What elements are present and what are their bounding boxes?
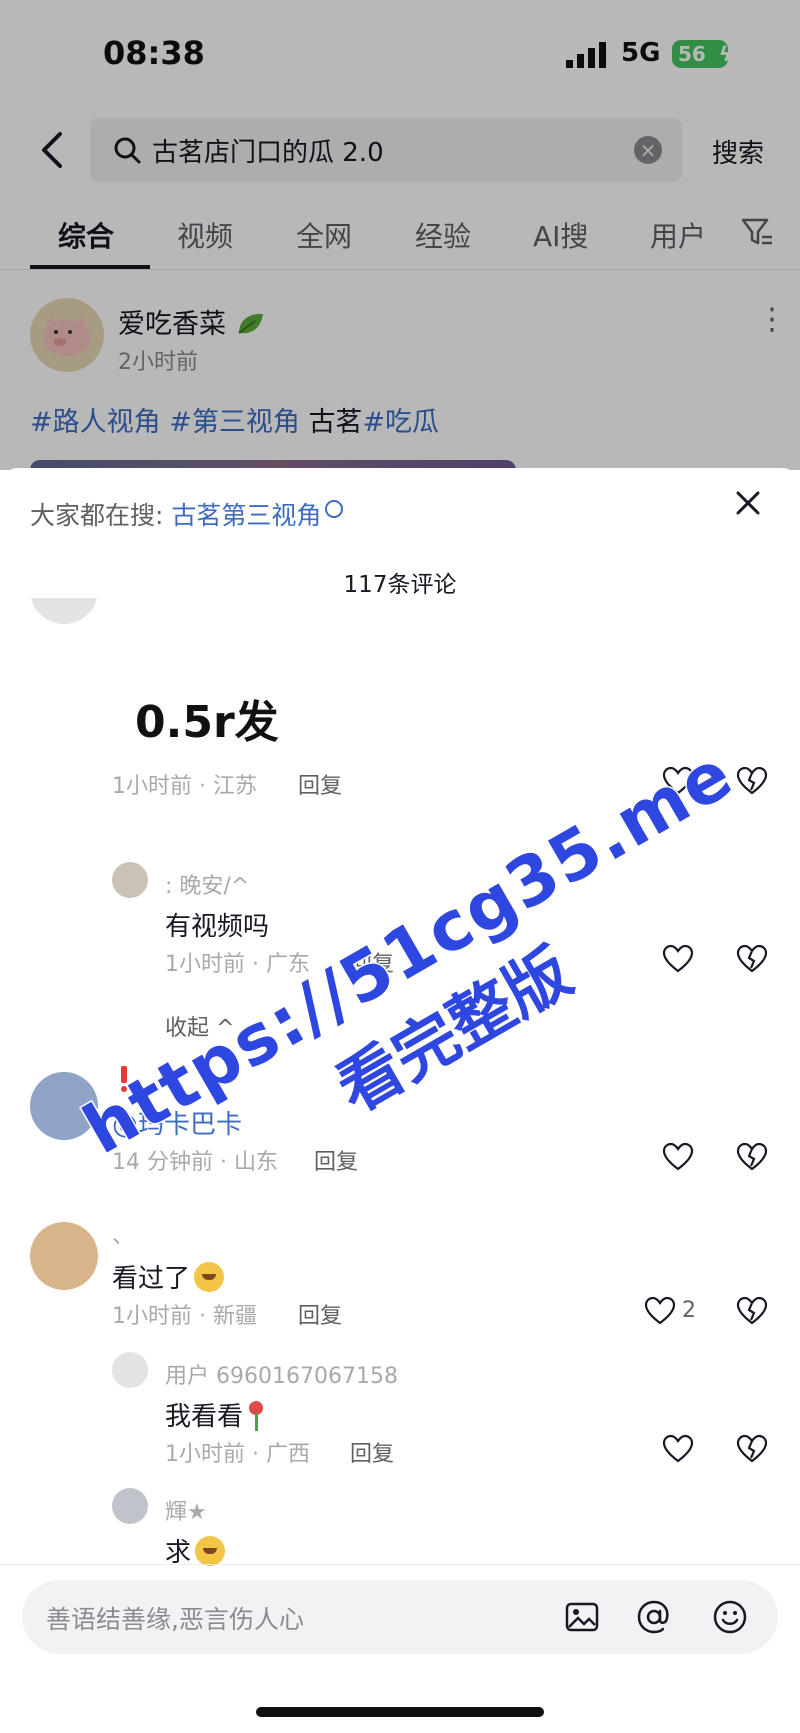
trending-label: 大家都在搜: xyxy=(30,501,164,530)
reply-username[interactable]: 輝★ xyxy=(165,1494,207,1526)
comment-meta: 1小时前 · 江苏 xyxy=(112,774,257,799)
avatar[interactable] xyxy=(112,1488,148,1524)
rose-emoji-icon xyxy=(247,1401,265,1431)
watermark: https://51cg35.me 看完整版 xyxy=(60,728,800,1256)
comment-text-content: 看过了 xyxy=(112,1264,191,1294)
avatar[interactable] xyxy=(30,1222,98,1290)
heart-icon[interactable] xyxy=(644,1296,676,1326)
pleading-emoji-icon xyxy=(195,1536,226,1566)
comment-meta: 14 分钟前 · 山东 xyxy=(112,1150,278,1175)
comment-input[interactable]: 善语结善缘,恶言伤人心 xyxy=(22,1580,778,1654)
exclamation-icon xyxy=(121,1066,127,1092)
reply-meta: 1小时前 · 广东 xyxy=(165,952,310,977)
mention-icon[interactable] xyxy=(636,1599,672,1635)
comment-username[interactable]: 、 xyxy=(112,1218,134,1250)
mention-link[interactable]: @玛卡巴卡 xyxy=(112,1104,242,1141)
trending-search[interactable]: 大家都在搜: 古茗第三视角 xyxy=(30,496,344,532)
dislike-icon[interactable] xyxy=(736,1142,768,1172)
heart-icon[interactable] xyxy=(662,1434,694,1464)
like-count: 2 xyxy=(682,1298,696,1323)
reply-text: 我看看 xyxy=(165,1396,265,1433)
reply-text: 有视频吗 xyxy=(165,912,270,942)
reply-button[interactable]: 回复 xyxy=(298,768,342,800)
trending-keyword[interactable]: 古茗第三视角 xyxy=(171,501,321,530)
avatar[interactable] xyxy=(30,1072,98,1140)
heart-icon[interactable] xyxy=(662,944,694,974)
close-icon[interactable] xyxy=(733,488,763,518)
dislike-icon[interactable] xyxy=(736,1434,768,1464)
input-placeholder: 善语结善缘,恶言伤人心 xyxy=(46,1605,304,1634)
heart-icon[interactable] xyxy=(662,766,694,796)
reply-button[interactable]: 回复 xyxy=(350,946,394,978)
dislike-icon[interactable] xyxy=(736,766,768,796)
reply-button[interactable]: 回复 xyxy=(314,1144,358,1176)
dislike-icon[interactable] xyxy=(736,944,768,974)
comment-sheet: 大家都在搜: 古茗第三视角 117条评论 0.5r发 1小时前 · 江苏 回复 … xyxy=(0,468,800,1733)
home-indicator xyxy=(256,1707,544,1717)
search-icon xyxy=(325,500,344,518)
laughing-sweat-emoji-icon xyxy=(194,1262,225,1292)
divider xyxy=(0,1564,800,1565)
image-icon[interactable] xyxy=(564,1599,600,1635)
reply-username[interactable]: : 晚安/^ xyxy=(165,868,249,900)
dim-overlay[interactable] xyxy=(0,0,800,470)
reply-text-content: 我看看 xyxy=(165,1402,244,1432)
reply-button[interactable]: 回复 xyxy=(298,1298,342,1330)
reply-meta: 1小时前 · 广西 xyxy=(165,1442,310,1467)
comment-text: 0.5r发 xyxy=(135,697,279,748)
collapse-replies-button[interactable]: 收起 ^ xyxy=(165,1010,234,1042)
comment-text: 看过了 xyxy=(112,1258,225,1295)
avatar[interactable] xyxy=(112,862,148,898)
avatar[interactable] xyxy=(112,1352,148,1388)
emoji-icon[interactable] xyxy=(712,1599,748,1635)
heart-icon[interactable] xyxy=(662,1142,694,1172)
dislike-icon[interactable] xyxy=(736,1296,768,1326)
collapse-label: 收起 xyxy=(165,1016,210,1041)
comment-count: 117条评论 xyxy=(343,572,457,598)
reply-username[interactable]: 用户 6960167067158 xyxy=(165,1358,398,1390)
comment-meta: 1小时前 · 新疆 xyxy=(112,1304,257,1329)
reply-button[interactable]: 回复 xyxy=(350,1436,394,1468)
